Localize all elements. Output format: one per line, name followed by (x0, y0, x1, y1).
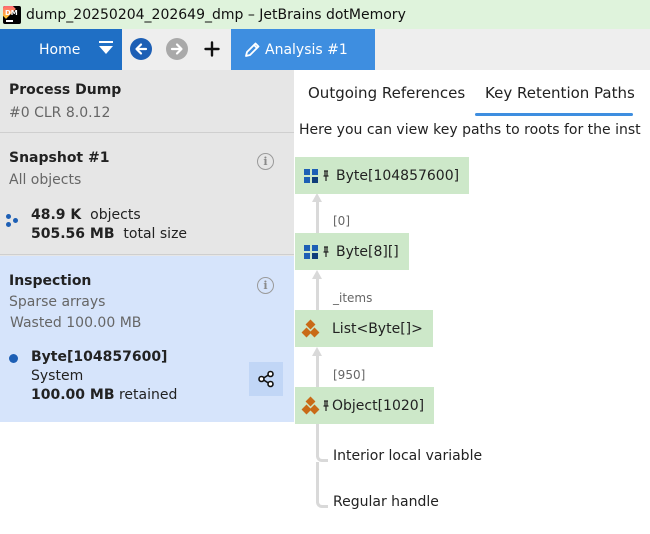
retention-graph-button[interactable] (249, 362, 283, 396)
forward-button[interactable] (166, 38, 188, 60)
inspected-object-name: Byte[104857600] (31, 349, 168, 365)
title-bar: DM dump_20250204_202649_dmp – JetBrains … (0, 0, 650, 29)
left-panel-empty (0, 422, 294, 534)
inspection-card[interactable]: Inspection Sparse arrays Wasted 100.00 M… (0, 256, 294, 422)
node-label: Byte[8][] (336, 243, 399, 260)
snapshot-subtitle: All objects (9, 172, 82, 188)
active-tab-indicator (475, 113, 633, 116)
analysis-tab-label: Analysis #1 (265, 41, 348, 58)
inspected-object-root: System (31, 368, 84, 384)
share-graph-icon (258, 370, 274, 388)
class-icon (301, 396, 320, 414)
home-menu-icon[interactable] (99, 41, 113, 57)
path-line (316, 462, 319, 502)
description-text: Here you can view key paths to roots for… (299, 122, 641, 138)
add-button[interactable] (201, 37, 223, 61)
array-icon (303, 244, 319, 260)
node-label: Object[1020] (332, 397, 425, 414)
pin-icon (322, 169, 330, 182)
process-subtitle: #0 CLR 8.0.12 (9, 105, 111, 121)
path-node-list[interactable]: List<Byte[]> (295, 310, 433, 347)
process-title: Process Dump (9, 82, 122, 98)
window-title: dump_20250204_202649_dmp – JetBrains dot… (26, 6, 406, 23)
logo-text: DM (5, 8, 18, 17)
node-label: List<Byte[]> (332, 320, 423, 337)
total-size: 505.56 MB total size (31, 226, 188, 242)
retained-size: 100.00 MB retained (31, 387, 178, 403)
root-connector (316, 452, 328, 462)
snapshot-card[interactable]: Snapshot #1 All objects i 48.9 K objects… (0, 134, 294, 255)
root-connector (316, 498, 328, 508)
toolbar: Home Analysis #1 (0, 29, 650, 70)
dotmemory-logo-icon: DM (3, 5, 21, 24)
plus-icon (204, 41, 220, 57)
arrow-left-icon (135, 43, 148, 55)
objects-icon (6, 214, 20, 228)
path-node-object-array[interactable]: Object[1020] (295, 387, 435, 424)
left-panel: Process Dump #0 CLR 8.0.12 Snapshot #1 A… (0, 70, 295, 534)
edge-label: [0] (333, 214, 350, 228)
back-button[interactable] (130, 38, 152, 60)
arrow-right-icon (170, 43, 183, 55)
path-node-byte-array[interactable]: Byte[104857600] (295, 157, 470, 194)
process-dump-card[interactable]: Process Dump #0 CLR 8.0.12 (0, 70, 294, 133)
tab-analysis[interactable]: Analysis #1 (231, 29, 375, 70)
path-line (316, 355, 319, 387)
right-panel: Outgoing References Key Retention Paths … (294, 70, 650, 534)
class-icon (301, 319, 320, 337)
snapshot-title: Snapshot #1 (9, 150, 110, 166)
pin-icon (322, 245, 330, 258)
object-dot-icon (9, 354, 18, 363)
pencil-icon (245, 42, 260, 57)
inspection-title: Inspection (9, 273, 92, 289)
node-label: Byte[104857600] (336, 167, 460, 184)
pin-icon (322, 399, 330, 412)
path-line (316, 201, 319, 233)
root-regular-handle[interactable]: Regular handle (333, 494, 439, 510)
home-button[interactable]: Home (0, 29, 122, 70)
array-icon (303, 168, 319, 184)
edge-label: [950] (333, 368, 366, 382)
edge-label: _items (333, 291, 373, 305)
inspection-subtitle: Sparse arrays (9, 294, 106, 310)
tab-outgoing-references[interactable]: Outgoing References (308, 84, 465, 102)
root-interior-local-variable[interactable]: Interior local variable (333, 448, 482, 464)
home-label: Home (39, 41, 81, 58)
wasted-size: Wasted 100.00 MB (10, 315, 142, 331)
path-node-byte-jagged-array[interactable]: Byte[8][] (295, 233, 409, 270)
info-icon[interactable]: i (257, 153, 274, 170)
tab-key-retention-paths[interactable]: Key Retention Paths (485, 84, 635, 102)
info-icon[interactable]: i (257, 277, 274, 294)
path-line (316, 278, 319, 310)
objects-count: 48.9 K objects (31, 207, 141, 223)
